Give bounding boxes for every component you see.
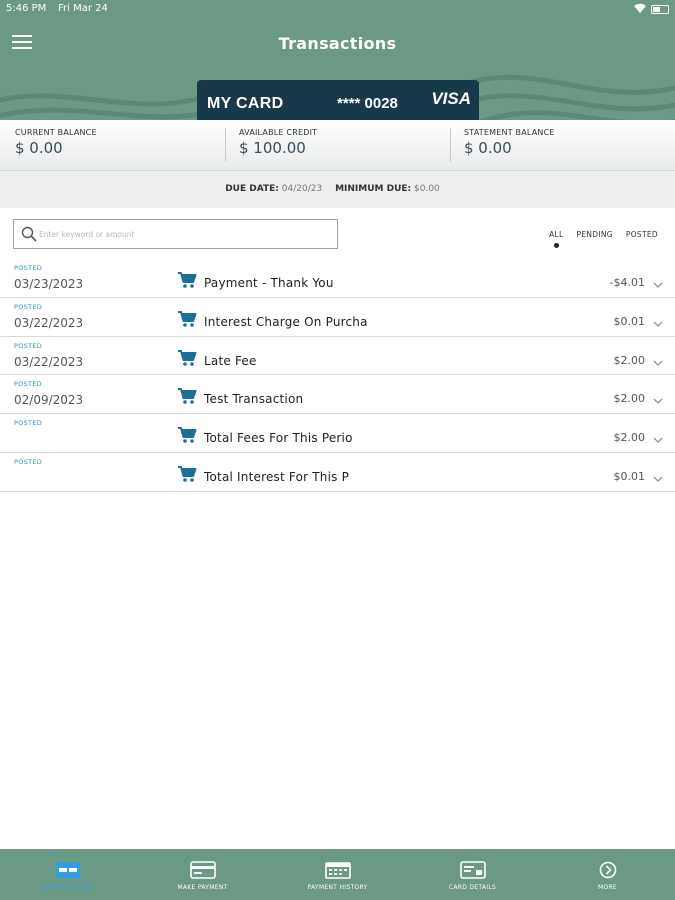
status-time: 5:46 PM (6, 3, 47, 14)
minimum-due-label: MINIMUM DUE: (335, 184, 412, 194)
transaction-date: 03/22/2023 (14, 354, 84, 369)
wifi-icon (633, 2, 647, 17)
chevron-down-icon[interactable] (653, 468, 663, 487)
transaction-status: POSTED (14, 302, 43, 311)
transaction-amount: $2.00 (613, 431, 646, 445)
shopping-cart-icon (177, 426, 197, 448)
transaction-row[interactable]: POSTED 03/22/2023 Late Fee $2.00 (0, 337, 675, 376)
transaction-date: 02/09/2023 (14, 393, 84, 408)
current-balance-value: $ 0.00 (15, 139, 63, 157)
shopping-cart-icon (177, 310, 197, 332)
minimum-due-value: $0.00 (414, 184, 440, 194)
bottom-tab-bar: TRANSACTIONS MAKE PAYMENT PAYMENT HISTORY C… (0, 849, 675, 900)
current-balance: CURRENT BALANCE $ 0.00 (15, 128, 97, 157)
due-date-value: 04/20/23 (281, 184, 323, 194)
visa-logo: VISA (431, 89, 471, 108)
transaction-row[interactable]: POSTED Total Fees For This Perio $2.00 (0, 414, 675, 453)
transaction-amount: $0.01 (613, 469, 646, 483)
chevron-circle-icon (599, 861, 617, 883)
balance-summary: CURRENT BALANCE $ 0.00 AVAILABLE CREDIT … (0, 120, 675, 171)
tab-label: CARD DETAILS (448, 884, 497, 891)
search-icon (21, 226, 37, 246)
shopping-cart-icon (177, 271, 197, 293)
filter-tabs: ALL PENDING POSTED (549, 230, 658, 248)
status-bar: 5:46 PM Fri Mar 24 (0, 0, 675, 20)
search-input[interactable] (39, 226, 329, 242)
tab-make-payment[interactable]: MAKE PAYMENT (135, 849, 270, 900)
filter-all[interactable]: ALL (549, 230, 563, 248)
chevron-down-icon[interactable] (653, 429, 663, 448)
statement-balance-value: $ 0.00 (464, 139, 512, 157)
tab-label: TRANSACTIONS (42, 884, 93, 891)
due-info-bar: DUE DATE: 04/20/23 MINIMUM DUE: $0.00 (0, 171, 675, 208)
transaction-status: POSTED (14, 380, 43, 389)
credit-card[interactable]: MY CARD **** 0028 VISA (197, 80, 479, 120)
transaction-amount: $2.00 (613, 353, 646, 367)
transaction-description: Total Fees For This Perio (204, 431, 353, 446)
status-date: Fri Mar 24 (58, 3, 108, 14)
tab-card-details[interactable]: CARD DETAILS (405, 849, 540, 900)
calendar-icon (324, 861, 351, 883)
shopping-cart-icon (177, 465, 197, 487)
filter-posted[interactable]: POSTED (626, 230, 658, 239)
divider (225, 128, 226, 162)
payment-card-icon (189, 861, 216, 883)
chevron-down-icon[interactable] (653, 390, 663, 409)
chevron-down-icon[interactable] (653, 274, 663, 293)
current-balance-label: CURRENT BALANCE (15, 128, 97, 137)
available-credit: AVAILABLE CREDIT $ 100.00 (239, 128, 317, 157)
statement-balance: STATEMENT BALANCE $ 0.00 (464, 128, 555, 157)
transaction-status: POSTED (14, 457, 43, 466)
transaction-row[interactable]: POSTED 02/09/2023 Test Transaction $2.00 (0, 375, 675, 415)
search-box[interactable] (13, 219, 338, 249)
chevron-down-icon[interactable] (653, 313, 663, 332)
transaction-amount: $0.01 (613, 314, 646, 328)
tab-label: MAKE PAYMENT (177, 884, 228, 891)
card-name: MY CARD (207, 95, 284, 112)
transactions-icon (55, 861, 81, 883)
transaction-status: POSTED (14, 341, 43, 350)
filter-pending[interactable]: PENDING (577, 230, 613, 239)
chevron-down-icon[interactable] (653, 352, 663, 371)
transaction-status: POSTED (14, 264, 43, 272)
transaction-description: Total Interest For This P (204, 469, 350, 484)
transaction-description: Late Fee (204, 353, 257, 368)
card-number: **** 0028 (337, 95, 398, 112)
transaction-row[interactable]: POSTED 03/22/2023 Interest Charge On Pur… (0, 298, 675, 337)
transaction-list: POSTED 03/23/2023 Payment - Thank You -$… (0, 259, 675, 492)
transaction-description: Payment - Thank You (204, 276, 334, 290)
battery-icon (651, 5, 669, 14)
card-details-icon (459, 861, 486, 883)
tab-transactions[interactable]: TRANSACTIONS (0, 849, 135, 900)
tab-label: MORE (597, 884, 618, 891)
tab-label: PAYMENT HISTORY (307, 884, 368, 891)
divider (450, 128, 451, 162)
card-banner: MY CARD **** 0028 VISA (0, 66, 675, 120)
page-title: Transactions (278, 34, 397, 53)
available-credit-value: $ 100.00 (239, 139, 306, 157)
tab-payment-history[interactable]: PAYMENT HISTORY (270, 849, 405, 900)
available-credit-label: AVAILABLE CREDIT (239, 128, 318, 137)
app-header: Transactions (0, 20, 675, 66)
shopping-cart-icon (177, 387, 197, 409)
due-date-label: DUE DATE: (225, 184, 279, 194)
transaction-description: Interest Charge On Purcha (204, 314, 368, 329)
transaction-date: 03/23/2023 (14, 277, 84, 291)
transaction-amount: $2.00 (613, 392, 646, 406)
transaction-row[interactable]: POSTED 03/23/2023 Payment - Thank You -$… (0, 259, 675, 298)
tab-more[interactable]: MORE (540, 849, 675, 900)
shopping-cart-icon (177, 349, 197, 371)
transaction-row[interactable]: POSTED Total Interest For This P $0.01 (0, 453, 675, 492)
transaction-status: POSTED (14, 419, 43, 428)
transaction-date: 03/22/2023 (14, 315, 84, 330)
transaction-amount: -$4.01 (609, 276, 645, 289)
statement-balance-label: STATEMENT BALANCE (464, 128, 555, 137)
transaction-description: Test Transaction (204, 392, 304, 407)
